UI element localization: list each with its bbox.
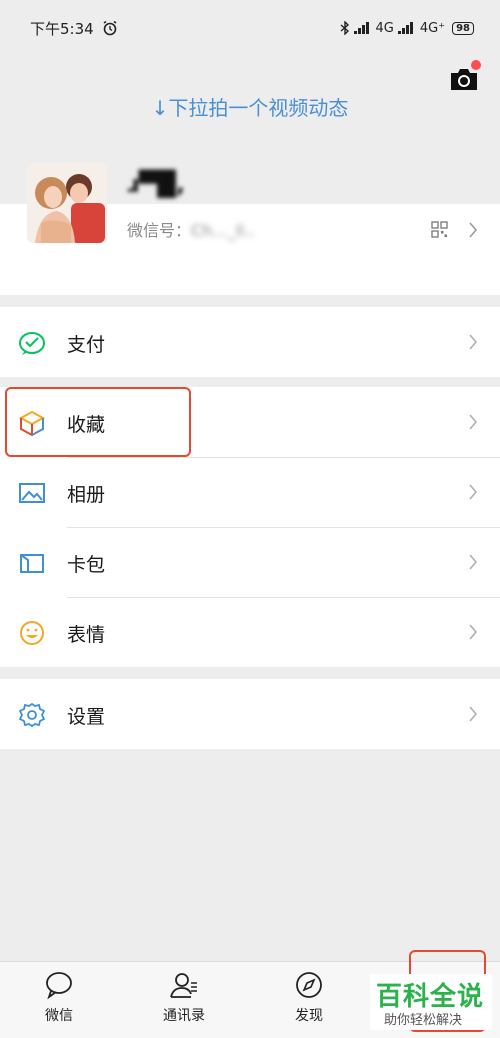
- status-left: 下午5:34: [30, 18, 118, 39]
- tab-contacts[interactable]: 通讯录: [134, 962, 234, 1038]
- signal-icon: [397, 22, 416, 34]
- contacts-icon: [170, 973, 197, 998]
- chevron-right-icon: [469, 484, 478, 500]
- settings-group: 设置: [0, 679, 500, 749]
- menu-label-stickers: 表情: [67, 624, 106, 646]
- wechat-id: 微信号：Ch..._li..: [127, 217, 255, 241]
- bluetooth-icon: [340, 21, 349, 35]
- chevron-right-icon[interactable]: [468, 222, 478, 238]
- status-time: 下午5:34: [30, 19, 94, 38]
- battery-icon: 98: [452, 21, 474, 35]
- tab-label-contacts: 通讯录: [163, 1008, 205, 1024]
- wechat-id-label: 微信号：: [127, 221, 192, 240]
- avatar[interactable]: [27, 163, 107, 243]
- chevron-right-icon: [469, 706, 478, 722]
- highlight-box-favorites: [5, 387, 191, 457]
- menu-label-album: 相册: [67, 484, 106, 506]
- wechat-id-value: Ch..._li..: [191, 221, 255, 240]
- sticker-smile-icon: [20, 621, 44, 645]
- chevron-right-icon: [469, 334, 478, 350]
- watermark-title: 百科全说: [376, 982, 485, 1012]
- network-type-2: 4G⁺: [419, 20, 446, 36]
- tab-chats[interactable]: 微信: [9, 962, 109, 1038]
- network-type-1: 4G: [375, 20, 394, 36]
- menu-label-cards: 卡包: [67, 554, 106, 576]
- tab-discover[interactable]: 发现: [259, 962, 359, 1038]
- pull-down-hint[interactable]: ↓下拉拍一个视频动态: [0, 92, 500, 121]
- pay-icon: [19, 332, 45, 355]
- chevron-right-icon: [469, 624, 478, 640]
- alarm-icon: [103, 20, 117, 36]
- gear-icon: [18, 702, 46, 728]
- menu-item-cards[interactable]: 卡包: [0, 527, 500, 597]
- menu-label-settings: 设置: [67, 706, 106, 728]
- menu-item-pay[interactable]: 支付: [0, 307, 500, 377]
- notification-dot: [471, 60, 481, 70]
- nickname: ɹ▀█,: [126, 170, 185, 198]
- qr-code-icon[interactable]: [431, 221, 448, 238]
- menu-label-pay: 支付: [67, 334, 106, 356]
- avatar-illustration-icon: [27, 163, 107, 243]
- menu-item-settings[interactable]: 设置: [0, 679, 500, 749]
- chat-bubble-icon: [46, 972, 72, 1000]
- menu-item-stickers[interactable]: 表情: [0, 597, 500, 667]
- album-icon: [19, 483, 45, 503]
- watermark-subtitle: 助你轻松解决: [384, 1013, 463, 1028]
- compass-icon: [296, 972, 322, 998]
- watermark: 百科全说 助你轻松解决: [370, 974, 492, 1030]
- chevron-right-icon: [469, 414, 478, 430]
- tab-label-chats: 微信: [45, 1008, 73, 1024]
- tab-label-discover: 发现: [295, 1008, 323, 1024]
- signal-icon: [353, 22, 372, 34]
- pay-group: 支付: [0, 307, 500, 377]
- status-right: 4G 4G⁺ 98: [340, 20, 474, 36]
- status-bar: 下午5:34 4G 4G⁺ 98: [0, 0, 500, 56]
- menu-item-album[interactable]: 相册: [0, 457, 500, 527]
- card-wallet-icon: [20, 554, 44, 573]
- chevron-right-icon: [469, 554, 478, 570]
